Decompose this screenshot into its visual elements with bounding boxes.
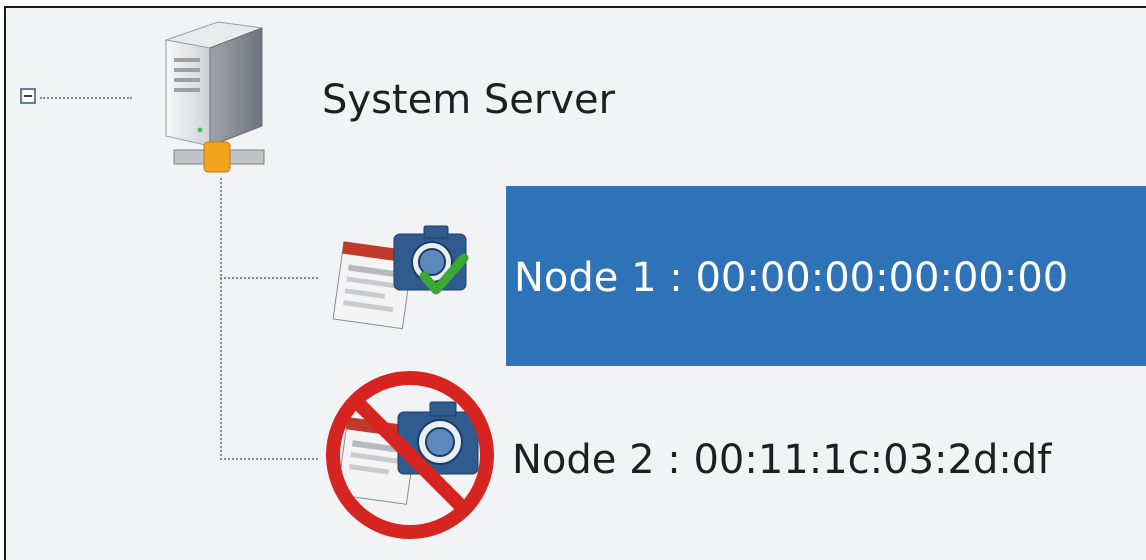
tree-node-2-label[interactable]: Node 2 : 00:11:1c:03:2d:df [512,440,1051,480]
tree-root-label[interactable]: System Server [322,80,615,120]
collapse-toggle-button[interactable] [20,88,36,104]
server-icon[interactable] [160,18,280,180]
tree-connector-root [40,97,132,99]
camera-node-disabled-icon[interactable] [318,362,504,548]
camera-node-online-icon[interactable] [332,216,492,336]
tree-node-1-row[interactable]: Node 1 : 00:00:00:00:00:00 [506,186,1146,366]
tree-connector-vertical [220,178,222,460]
tree-connector-node-1 [220,277,318,279]
tree-connector-node-2 [220,458,318,460]
tree-node-1-label[interactable]: Node 1 : 00:00:00:00:00:00 [514,258,1068,298]
